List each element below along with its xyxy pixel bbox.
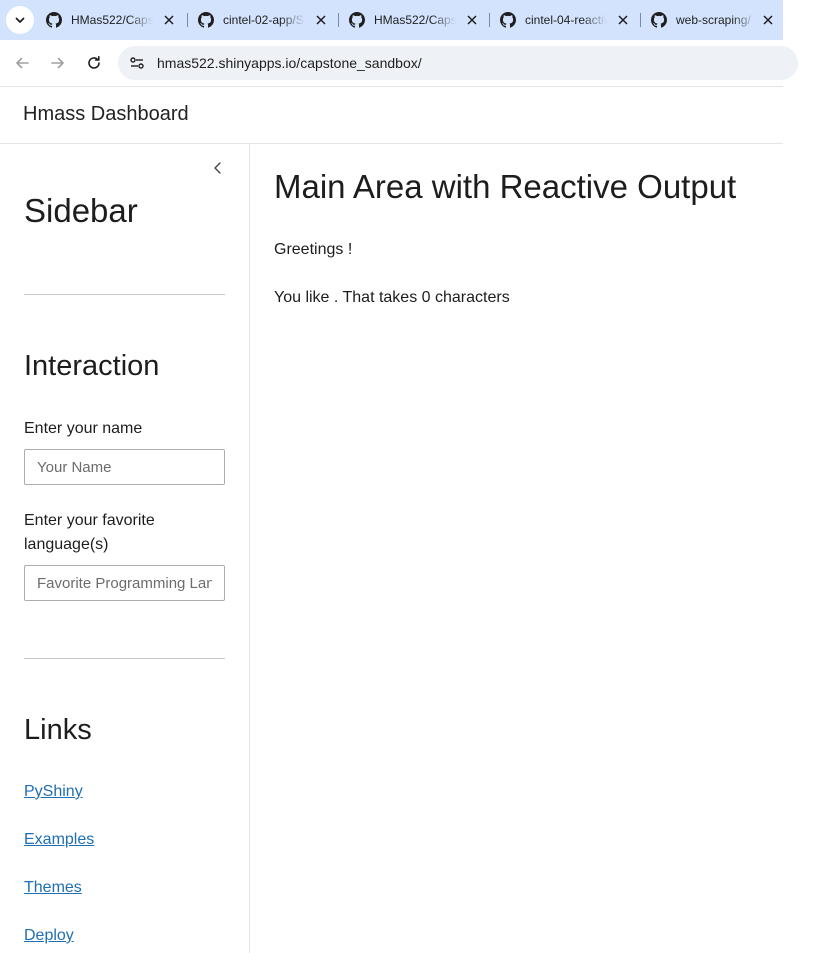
divider <box>24 294 225 295</box>
tab-title: cintel-02-app/S <box>223 13 304 27</box>
chevron-down-icon <box>15 17 25 23</box>
name-input[interactable] <box>24 449 225 485</box>
url-text: hmas522.shinyapps.io/capstone_sandbox/ <box>157 55 422 71</box>
site-settings-icon[interactable] <box>129 55 145 71</box>
interaction-heading: Interaction <box>24 350 160 382</box>
browser-tab[interactable]: HMas522/Capstone <box>46 0 177 40</box>
close-icon[interactable] <box>313 12 329 28</box>
tab-separator <box>338 13 339 27</box>
github-icon <box>500 12 516 28</box>
chevron-left-icon <box>214 162 221 174</box>
name-label: Enter your name <box>24 420 143 437</box>
reload-icon <box>88 56 100 69</box>
deploy-link[interactable]: Deploy <box>24 927 74 945</box>
tab-separator <box>640 13 641 27</box>
close-icon[interactable] <box>760 12 776 28</box>
tab-separator <box>187 13 188 27</box>
app-header: Hmass Dashboard <box>0 87 783 144</box>
close-icon[interactable] <box>161 12 177 28</box>
collapse-sidebar-button[interactable] <box>209 159 227 177</box>
app-title: Hmass Dashboard <box>23 103 189 125</box>
browser-tab[interactable]: web-scraping/ <box>651 0 776 40</box>
close-icon[interactable] <box>615 12 631 28</box>
browser-toolbar: hmas522.shinyapps.io/capstone_sandbox/ <box>0 40 798 87</box>
reload-button[interactable] <box>84 53 104 73</box>
forward-button[interactable] <box>48 53 68 73</box>
tab-title: HMas522/Capstone <box>71 13 153 27</box>
language-input[interactable] <box>24 565 225 601</box>
browser-tab[interactable]: HMas522/Capstone <box>349 0 480 40</box>
examples-link[interactable]: Examples <box>24 831 94 849</box>
tab-title: web-scraping/ <box>676 13 751 27</box>
sidebar: Sidebar Interaction Enter your name Ente… <box>0 144 250 953</box>
address-bar[interactable]: hmas522.shinyapps.io/capstone_sandbox/ <box>118 46 798 80</box>
close-icon[interactable] <box>464 12 480 28</box>
github-icon <box>651 12 667 28</box>
arrow-right-icon <box>51 57 64 69</box>
github-icon <box>198 12 214 28</box>
links-heading: Links <box>24 714 92 746</box>
tab-strip: HMas522/Capstone cintel-02-app/S HMas522… <box>0 0 783 40</box>
back-button[interactable] <box>12 53 32 73</box>
tab-title: cintel-04-reactive <box>525 13 607 27</box>
greeting-output: Greetings ! <box>274 241 353 258</box>
tab-search-button[interactable] <box>6 6 34 34</box>
themes-link[interactable]: Themes <box>24 879 82 897</box>
tab-separator <box>489 13 490 27</box>
main-area: Main Area with Reactive Output Greetings… <box>250 144 783 953</box>
main-title: Main Area with Reactive Output <box>274 168 737 205</box>
pyshiny-link[interactable]: PyShiny <box>24 783 83 801</box>
language-label: Enter your favorite language(s) <box>24 512 155 553</box>
sidebar-title: Sidebar <box>24 192 138 229</box>
tab-title: HMas522/Capstone <box>374 13 456 27</box>
github-icon <box>46 12 62 28</box>
language-output: You like . That takes 0 characters <box>274 289 510 306</box>
browser-tab[interactable]: cintel-04-reactive <box>500 0 631 40</box>
github-icon <box>349 12 365 28</box>
arrow-left-icon <box>16 57 29 69</box>
divider <box>24 658 225 659</box>
browser-tab[interactable]: cintel-02-app/S <box>198 0 329 40</box>
